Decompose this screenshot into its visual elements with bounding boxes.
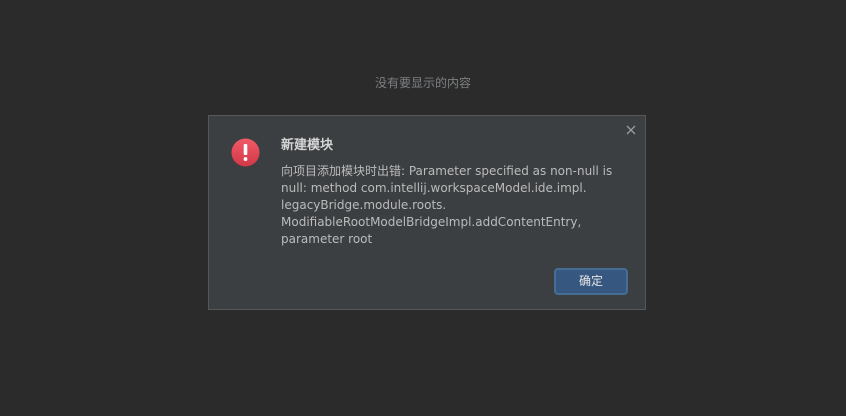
error-message-line: parameter root <box>281 232 373 246</box>
error-message-line: 向项目添加模块时出错: Parameter specified as non-n… <box>281 164 613 178</box>
new-module-dialog: 新建模块 向项目添加模块时出错: Parameter specified as … <box>208 115 646 310</box>
empty-state-text: 没有要显示的内容 <box>374 76 471 90</box>
error-message-line: ModifiableRootModelBridgeImpl.addContent… <box>281 215 582 229</box>
error-message-line: legacyBridge.module.roots. <box>281 198 447 212</box>
error-message: 向项目添加模块时出错: Parameter specified as non-n… <box>281 163 616 248</box>
error-icon <box>231 138 260 167</box>
ok-button[interactable]: 确定 <box>554 268 628 295</box>
dialog-title: 新建模块 <box>281 138 334 153</box>
close-icon[interactable] <box>624 122 638 136</box>
error-message-line: null: method com.intellij.workspaceModel… <box>281 181 587 195</box>
